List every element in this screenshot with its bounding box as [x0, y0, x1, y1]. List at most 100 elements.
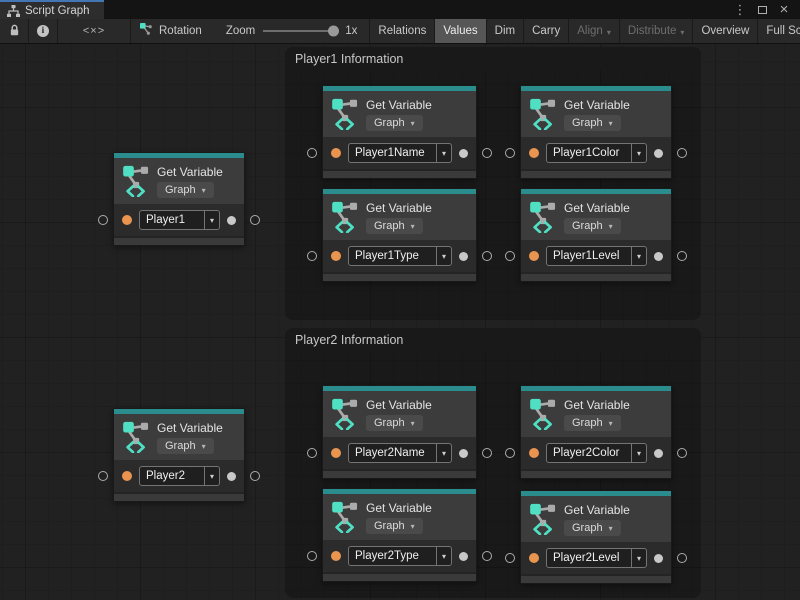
- node-player1[interactable]: Get Variable Graph ▾ Player1 ▾: [113, 152, 245, 246]
- variable-scope-dropdown[interactable]: Graph ▾: [564, 218, 621, 234]
- toolbar-button-dim[interactable]: Dim: [486, 19, 523, 43]
- input-connection-port[interactable]: [307, 551, 317, 561]
- output-connection-port[interactable]: [677, 251, 687, 261]
- graph-canvas[interactable]: Player1 Information Player2 Information G…: [0, 44, 800, 600]
- output-value-dot[interactable]: [227, 216, 236, 225]
- node-player1level[interactable]: Get Variable Graph ▾ Player1Level ▾: [520, 188, 672, 282]
- variable-scope-dropdown[interactable]: Graph ▾: [157, 182, 214, 198]
- input-connection-port[interactable]: [307, 448, 317, 458]
- output-value-dot[interactable]: [654, 149, 663, 158]
- variable-name-dropdown[interactable]: Player2 ▾: [139, 466, 220, 486]
- output-value-dot[interactable]: [654, 252, 663, 261]
- group-header[interactable]: Player2 Information: [285, 328, 701, 351]
- variable-scope-dropdown[interactable]: Graph ▾: [366, 415, 423, 431]
- node-player2name[interactable]: Get Variable Graph ▾ Player2Name ▾: [322, 385, 477, 479]
- toolbar-button-overview[interactable]: Overview: [692, 19, 757, 43]
- variable-scope-dropdown[interactable]: Graph ▾: [366, 518, 423, 534]
- output-value-dot[interactable]: [227, 472, 236, 481]
- output-connection-port[interactable]: [677, 148, 687, 158]
- input-port-dot[interactable]: [529, 553, 539, 563]
- variable-scope-label: Graph: [165, 184, 196, 196]
- variable-name-dropdown[interactable]: Player2Name ▾: [348, 443, 452, 463]
- zoom-slider-knob[interactable]: [328, 26, 339, 37]
- variable-name-dropdown[interactable]: Player2Type ▾: [348, 546, 452, 566]
- variable-name-dropdown[interactable]: Player1Level ▾: [546, 246, 647, 266]
- input-connection-port[interactable]: [98, 215, 108, 225]
- close-icon[interactable]: ×: [776, 2, 792, 18]
- node-player2[interactable]: Get Variable Graph ▾ Player2 ▾: [113, 408, 245, 502]
- node-player2type[interactable]: Get Variable Graph ▾ Player2Type ▾: [322, 488, 477, 582]
- variable-name-dropdown[interactable]: Player1Type ▾: [348, 246, 452, 266]
- toolbar-button-full-screen[interactable]: Full Screen: [757, 19, 800, 43]
- input-connection-port[interactable]: [505, 251, 515, 261]
- toolbar-button-distribute[interactable]: Distribute▾: [619, 19, 693, 43]
- output-value-dot[interactable]: [654, 449, 663, 458]
- output-value-dot[interactable]: [459, 149, 468, 158]
- output-connection-port[interactable]: [250, 215, 260, 225]
- node-player1name[interactable]: Get Variable Graph ▾ Player1Name ▾: [322, 85, 477, 179]
- variable-scope-dropdown[interactable]: Graph ▾: [157, 438, 214, 454]
- input-port-dot[interactable]: [331, 448, 341, 458]
- chevron-down-icon: ▾: [202, 442, 206, 451]
- variable-name-dropdown[interactable]: Player2Color ▾: [546, 443, 647, 463]
- lock-button[interactable]: [0, 19, 28, 43]
- toolbar-button-label: Relations: [378, 25, 426, 37]
- output-value-dot[interactable]: [459, 552, 468, 561]
- output-connection-port[interactable]: [482, 551, 492, 561]
- group-header[interactable]: Player1 Information: [285, 47, 701, 70]
- info-button[interactable]: i: [29, 19, 57, 43]
- variable-scope-label: Graph: [572, 522, 603, 534]
- output-value-dot[interactable]: [459, 252, 468, 261]
- variable-name-dropdown[interactable]: Player1Name ▾: [348, 143, 452, 163]
- input-port-dot[interactable]: [122, 215, 132, 225]
- maximize-icon[interactable]: [754, 2, 770, 18]
- tab-script-graph[interactable]: Script Graph: [0, 0, 104, 19]
- input-port-dot[interactable]: [529, 448, 539, 458]
- window-menu-icon[interactable]: ⋮: [732, 2, 748, 18]
- variable-scope-dropdown[interactable]: Graph ▾: [366, 218, 423, 234]
- input-port-dot[interactable]: [122, 471, 132, 481]
- node-player2color[interactable]: Get Variable Graph ▾ Player2Color ▾: [520, 385, 672, 479]
- variable-name-dropdown[interactable]: Player1Color ▾: [546, 143, 647, 163]
- node-header: Get Variable Graph ▾: [323, 494, 476, 540]
- toolbar-button-align[interactable]: Align▾: [568, 19, 619, 43]
- toolbar-button-carry[interactable]: Carry: [523, 19, 568, 43]
- output-connection-port[interactable]: [677, 553, 687, 563]
- variable-name-dropdown[interactable]: Player2Level ▾: [546, 548, 647, 568]
- node-player1type[interactable]: Get Variable Graph ▾ Player1Type ▾: [322, 188, 477, 282]
- input-connection-port[interactable]: [505, 553, 515, 563]
- output-value-dot[interactable]: [654, 554, 663, 563]
- input-connection-port[interactable]: [307, 148, 317, 158]
- output-value-dot[interactable]: [459, 449, 468, 458]
- input-connection-port[interactable]: [307, 251, 317, 261]
- output-connection-port[interactable]: [677, 448, 687, 458]
- variable-scope-label: Graph: [374, 117, 405, 129]
- toolbar-button-relations[interactable]: Relations: [369, 19, 434, 43]
- input-port-dot[interactable]: [529, 148, 539, 158]
- rotation-control[interactable]: Rotation: [131, 19, 214, 43]
- node-player1color[interactable]: Get Variable Graph ▾ Player1Color ▾: [520, 85, 672, 179]
- variable-scope-dropdown[interactable]: Graph ▾: [564, 520, 621, 536]
- variable-scope-dropdown[interactable]: Graph ▾: [366, 115, 423, 131]
- input-connection-port[interactable]: [505, 448, 515, 458]
- input-port-dot[interactable]: [529, 251, 539, 261]
- zoom-slider[interactable]: [263, 19, 337, 43]
- input-port-dot[interactable]: [331, 148, 341, 158]
- variable-name-dropdown[interactable]: Player1 ▾: [139, 210, 220, 230]
- node-header: Get Variable Graph ▾: [323, 91, 476, 137]
- input-connection-port[interactable]: [505, 148, 515, 158]
- output-connection-port[interactable]: [482, 148, 492, 158]
- input-port-dot[interactable]: [331, 251, 341, 261]
- code-view-button[interactable]: <×>: [58, 19, 130, 43]
- chevron-down-icon: ▾: [631, 144, 646, 162]
- input-port-dot[interactable]: [331, 551, 341, 561]
- output-connection-port[interactable]: [250, 471, 260, 481]
- variable-scope-dropdown[interactable]: Graph ▾: [564, 415, 621, 431]
- variable-scope-dropdown[interactable]: Graph ▾: [564, 115, 621, 131]
- output-connection-port[interactable]: [482, 448, 492, 458]
- chevron-down-icon: ▾: [411, 419, 415, 428]
- output-connection-port[interactable]: [482, 251, 492, 261]
- input-connection-port[interactable]: [98, 471, 108, 481]
- node-player2level[interactable]: Get Variable Graph ▾ Player2Level ▾: [520, 490, 672, 584]
- toolbar-button-values[interactable]: Values: [434, 19, 485, 43]
